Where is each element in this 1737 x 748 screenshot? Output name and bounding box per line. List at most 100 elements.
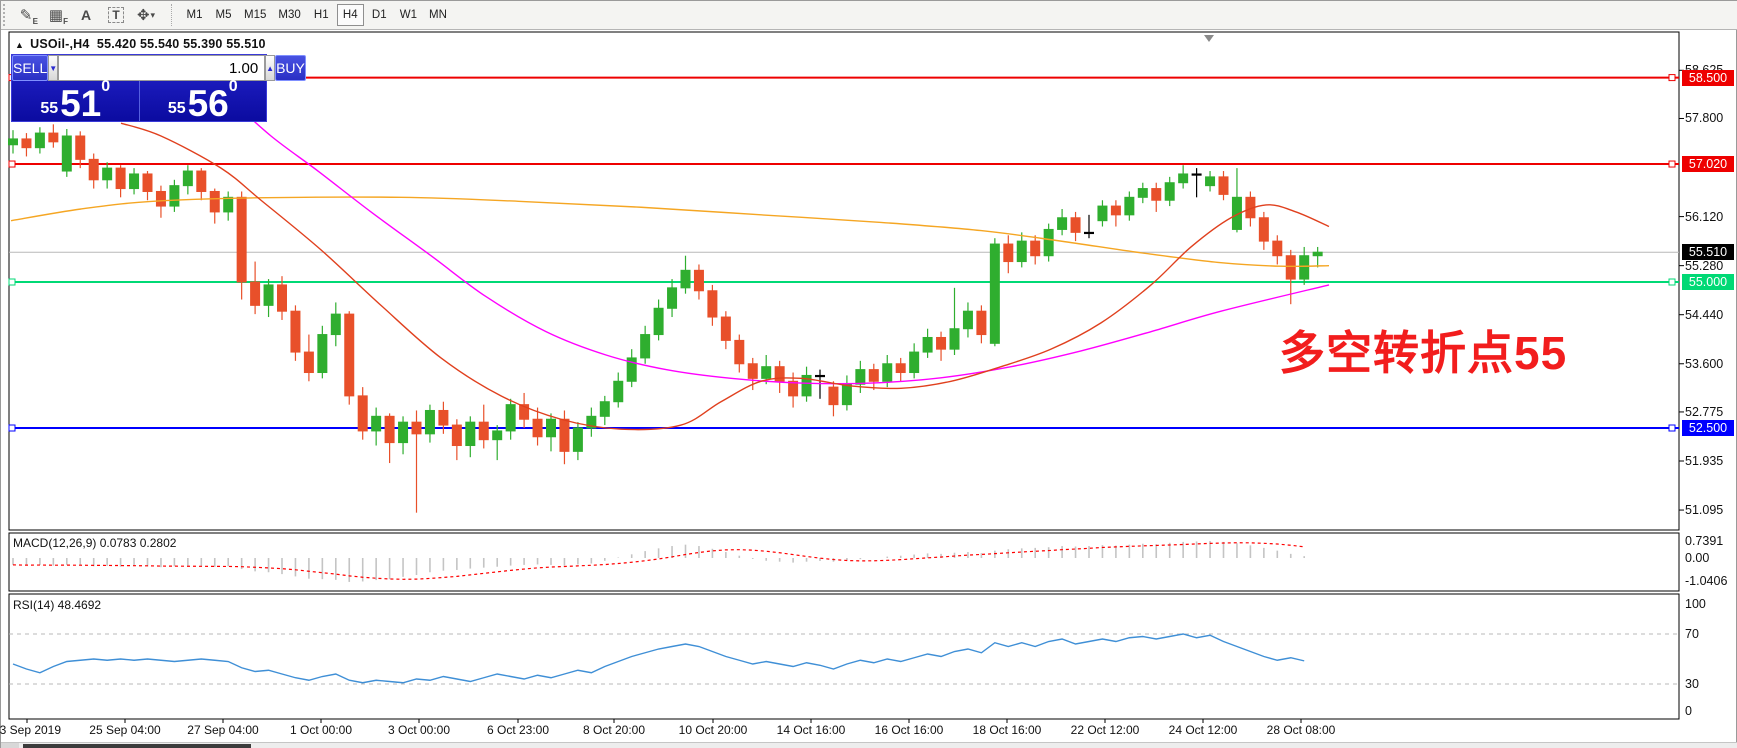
- candle-body: [1164, 182, 1175, 201]
- candle-body: [855, 369, 866, 385]
- price-axis-label: 54.440: [1685, 307, 1724, 322]
- hline-handle-55[interactable]: [8, 278, 16, 286]
- sell-price[interactable]: 55 51 0: [12, 78, 140, 122]
- candle-body: [1272, 240, 1283, 257]
- candle-body: [1258, 217, 1269, 242]
- horizontal-scrollbar[interactable]: [1, 742, 1737, 748]
- macd-axis-label: 0.7391: [1685, 534, 1724, 548]
- candle-body: [236, 196, 247, 283]
- candle-body: [1178, 173, 1189, 184]
- price-axis-label: 56.120: [1685, 209, 1724, 224]
- candle-body: [1003, 243, 1014, 263]
- hline-handle-55[interactable]: [1668, 278, 1676, 286]
- price-axis-label: 52.775: [1685, 404, 1724, 419]
- price-axis-label: 55.280: [1685, 258, 1724, 273]
- candle-body: [75, 135, 86, 160]
- volume-increase-button[interactable]: ▲: [265, 55, 276, 81]
- date-axis-label: 22 Oct 12:00: [1070, 723, 1140, 737]
- candle-body: [303, 351, 314, 374]
- candle-body: [546, 418, 556, 438]
- candle-body: [1016, 240, 1027, 263]
- candle-body: [290, 310, 301, 353]
- scrollbar-thumb[interactable]: [23, 744, 251, 748]
- date-axis-label: 28 Oct 08:00: [1266, 723, 1336, 737]
- date-axis-label: 10 Oct 20:00: [678, 723, 748, 737]
- sell-price-small: 55: [40, 100, 59, 117]
- candle-body: [317, 334, 328, 374]
- candle-body: [384, 415, 395, 444]
- buy-price-sup: 0: [228, 78, 238, 95]
- price-axis-label: 51.935: [1685, 453, 1724, 468]
- candle-body: [142, 173, 153, 192]
- candle-body: [1057, 217, 1068, 230]
- scrollbar-corner: [1, 743, 19, 748]
- candle-body: [1070, 217, 1081, 233]
- buy-price-small: 55: [167, 100, 186, 117]
- ohlc-readout: 55.420 55.540 55.390 55.510: [96, 37, 266, 51]
- candle-body: [599, 401, 610, 417]
- candle-body: [895, 363, 906, 374]
- candle-body: [680, 269, 691, 289]
- candle-body: [505, 404, 516, 432]
- rsi-axis-label: 70: [1685, 627, 1699, 641]
- candle-body: [398, 421, 409, 444]
- sell-price-sup: 0: [101, 78, 111, 95]
- candle-body: [1124, 196, 1135, 216]
- candle-body: [357, 395, 368, 432]
- candle-body: [720, 316, 731, 341]
- candle-body: [1218, 176, 1229, 195]
- candle-body: [747, 363, 758, 379]
- candle-body: [1030, 240, 1041, 257]
- symbol-period-label: USOil-,H4: [30, 37, 90, 51]
- candle-body: [21, 138, 32, 149]
- candle-body: [61, 135, 72, 172]
- hline-handle-57.02[interactable]: [1668, 160, 1676, 168]
- candle-body: [8, 138, 18, 146]
- candle-body: [909, 351, 920, 374]
- date-axis-label: 24 Oct 12:00: [1168, 723, 1238, 737]
- candle-body: [196, 170, 207, 192]
- candle-body: [572, 427, 583, 452]
- date-axis-label: 8 Oct 20:00: [582, 723, 646, 737]
- candle-body: [263, 284, 274, 306]
- candle-body: [250, 281, 261, 306]
- candle-body: [922, 336, 933, 353]
- candle-body: [1299, 255, 1310, 280]
- trade-panel-top-row: SELL ▼ ▲ BUY: [12, 55, 306, 81]
- candle-body: [1191, 173, 1202, 176]
- candle-body: [868, 369, 879, 382]
- collapse-panel-icon[interactable]: ▲: [15, 40, 24, 50]
- volume-decrease-button[interactable]: ▼: [48, 55, 59, 81]
- price-badge-55.510: 55.510: [1682, 244, 1734, 261]
- hline-handle-57.02[interactable]: [8, 160, 16, 168]
- hline-handle-58.5[interactable]: [1668, 74, 1676, 82]
- candle-body: [438, 409, 449, 426]
- candle-body: [102, 167, 113, 181]
- candle-body: [667, 287, 678, 309]
- buy-button[interactable]: BUY: [275, 55, 306, 81]
- date-axis-label: 6 Oct 23:00: [486, 723, 550, 737]
- candle-body: [828, 386, 839, 406]
- candle-body: [1097, 205, 1108, 222]
- macd-label: MACD(12,26,9) 0.0783 0.2802: [13, 536, 177, 550]
- candle-body: [1043, 228, 1054, 257]
- candle-body: [88, 158, 99, 181]
- date-axis-label: 25 Sep 04:00: [89, 723, 161, 737]
- candle-body: [976, 310, 987, 336]
- buy-price[interactable]: 55 56 0: [140, 78, 267, 122]
- candle-body: [1285, 255, 1296, 280]
- trade-panel-price-row: 55 51 0 55 56 0: [12, 78, 267, 122]
- hline-handle-52.5[interactable]: [8, 424, 16, 432]
- date-axis-label: 18 Oct 16:00: [972, 723, 1042, 737]
- hline-handle-52.5[interactable]: [1668, 424, 1676, 432]
- candle-body: [559, 418, 570, 452]
- candle-body: [1137, 188, 1148, 198]
- pane-border-2: [8, 593, 1680, 720]
- sell-button[interactable]: SELL: [12, 55, 49, 81]
- candle-body: [1312, 251, 1323, 257]
- chart-title: ▲ USOil-,H4 55.420 55.540 55.390 55.510: [15, 37, 266, 51]
- candle-body: [1084, 231, 1094, 235]
- candle-body: [1151, 188, 1162, 201]
- price-axis-label: 57.800: [1685, 111, 1724, 126]
- candle-body: [1110, 205, 1121, 216]
